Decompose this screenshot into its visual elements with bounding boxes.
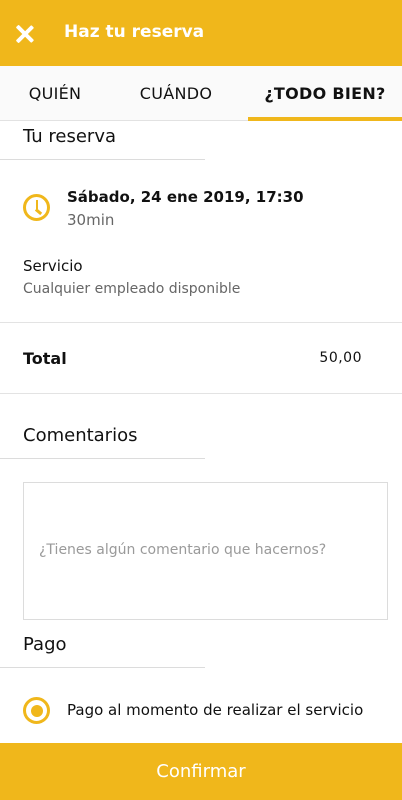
confirm-button[interactable]: Confirmar (0, 743, 402, 800)
payment-radio-selected[interactable] (23, 697, 50, 724)
tab-bar: QUIÉN CUÁNDO ¿TODO BIEN? (0, 66, 402, 121)
divider (0, 393, 402, 394)
booking-datetime: Sábado, 24 ene 2019, 17:30 (67, 188, 304, 206)
service-label: Servicio (23, 257, 83, 275)
tab-cuando[interactable]: CUÁNDO (110, 66, 242, 121)
app-bar: Haz tu reserva (0, 0, 402, 66)
divider (0, 667, 205, 668)
comment-input[interactable] (23, 482, 388, 620)
divider (0, 159, 205, 160)
total-label: Total (23, 349, 67, 368)
comments-section-title: Comentarios (23, 425, 138, 446)
tab-quien[interactable]: QUIÉN (0, 66, 110, 121)
booking-duration: 30min (67, 211, 115, 229)
payment-option-label[interactable]: Pago al momento de realizar el servicio (67, 701, 363, 719)
page-title: Haz tu reserva (64, 22, 205, 42)
divider (0, 322, 402, 323)
payment-section-title: Pago (23, 634, 67, 655)
tab-todo-bien[interactable]: ¿TODO BIEN? (248, 66, 402, 121)
service-value: Cualquier empleado disponible (23, 281, 241, 297)
clock-icon (23, 194, 50, 221)
divider (0, 458, 205, 459)
close-icon[interactable] (13, 22, 37, 46)
active-tab-indicator (248, 117, 402, 121)
total-value: 50,00 (319, 350, 362, 366)
booking-section-title: Tu reserva (23, 126, 117, 147)
